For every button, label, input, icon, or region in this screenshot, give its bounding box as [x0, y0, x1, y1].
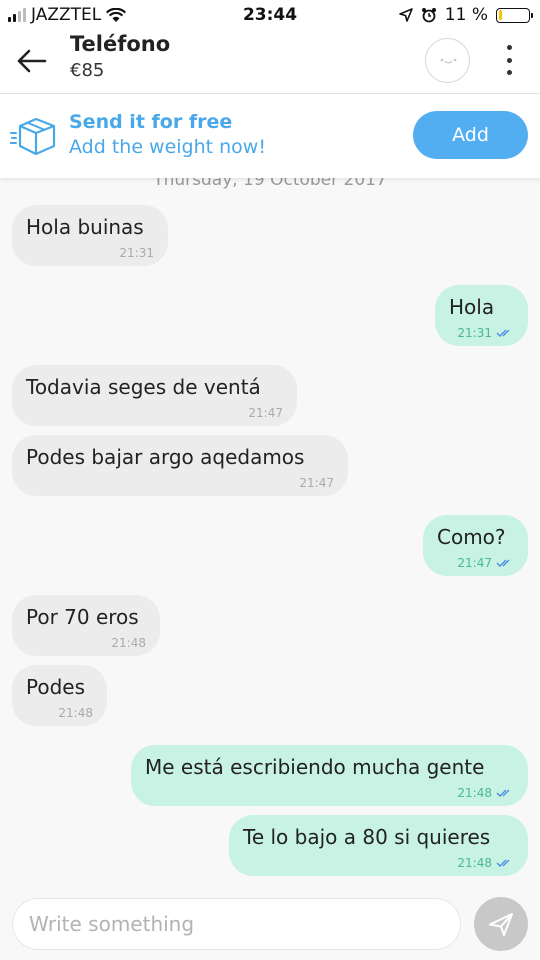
back-arrow-icon[interactable] [14, 46, 48, 76]
message-bubble-incoming[interactable]: Podes bajar argo aqedamos 21:47 [12, 435, 348, 496]
chat-header: Teléfono €85 [0, 32, 540, 94]
box-icon [10, 117, 56, 156]
date-separator: Thursday, 19 October 2017 [153, 178, 387, 190]
message-time: 21:47 [457, 556, 492, 570]
read-ticks-icon [496, 329, 510, 337]
message-text: Hola [449, 295, 495, 319]
message-time: 21:31 [457, 326, 492, 340]
add-weight-button[interactable]: Add [413, 111, 528, 159]
message-bubble-incoming[interactable]: Podes 21:48 [12, 665, 107, 726]
message-time: 21:48 [457, 856, 492, 870]
item-price: €85 [70, 60, 105, 81]
message-time: 21:47 [248, 406, 283, 420]
status-bar: JAZZTEL 23:44 11 % [0, 0, 540, 32]
location-arrow-icon [398, 8, 413, 22]
message-time: 21:48 [58, 706, 93, 720]
message-bubble-incoming[interactable]: Todavia seges de ventá 21:47 [12, 365, 297, 426]
message-list[interactable]: Thursday, 19 October 2017 Hola buinas 21… [0, 178, 540, 890]
message-text: Podes [26, 675, 86, 699]
message-text: Te lo bajo a 80 si quieres [243, 825, 491, 849]
message-text: Como? [437, 525, 506, 549]
message-text: Me está escribiendo mucha gente [145, 755, 485, 779]
message-text: Todavia seges de ventá [26, 375, 261, 399]
message-bubble-incoming[interactable]: Por 70 eros 21:48 [12, 595, 160, 656]
message-bubble-outgoing[interactable]: Me está escribiendo mucha gente 21:48 [131, 745, 528, 806]
read-ticks-icon [496, 789, 510, 797]
message-time: 21:48 [111, 636, 146, 650]
message-bubble-outgoing[interactable]: Como? 21:47 [423, 515, 528, 576]
banner-subtitle: Add the weight now! [69, 136, 266, 158]
message-time: 21:31 [119, 246, 154, 260]
status-right: 11 % [398, 5, 533, 25]
avatar-face-icon [440, 58, 457, 64]
send-icon [489, 913, 513, 936]
message-text: Por 70 eros [26, 605, 139, 629]
shipping-banner: Send it for free Add the weight now! Add [0, 94, 540, 178]
message-text: Podes bajar argo aqedamos [26, 445, 305, 469]
read-ticks-icon [496, 859, 510, 867]
item-title[interactable]: Teléfono [70, 32, 170, 56]
message-time: 21:48 [457, 786, 492, 800]
message-bubble-outgoing[interactable]: Te lo bajo a 80 si quieres 21:48 [229, 815, 528, 876]
message-bubble-outgoing[interactable]: Hola 21:31 [435, 285, 528, 346]
battery-icon [496, 7, 533, 23]
more-vertical-icon[interactable] [498, 42, 520, 78]
message-time: 21:47 [299, 476, 334, 490]
message-input[interactable] [12, 898, 461, 950]
send-button[interactable] [474, 897, 528, 951]
avatar[interactable] [425, 38, 470, 83]
battery-level [498, 10, 502, 20]
banner-title: Send it for free [69, 111, 233, 133]
message-text: Hola buinas [26, 215, 144, 239]
alarm-icon [421, 8, 436, 23]
battery-percent: 11 % [444, 5, 488, 25]
read-ticks-icon [496, 559, 510, 567]
message-bubble-incoming[interactable]: Hola buinas 21:31 [12, 205, 168, 266]
message-composer [0, 890, 540, 960]
